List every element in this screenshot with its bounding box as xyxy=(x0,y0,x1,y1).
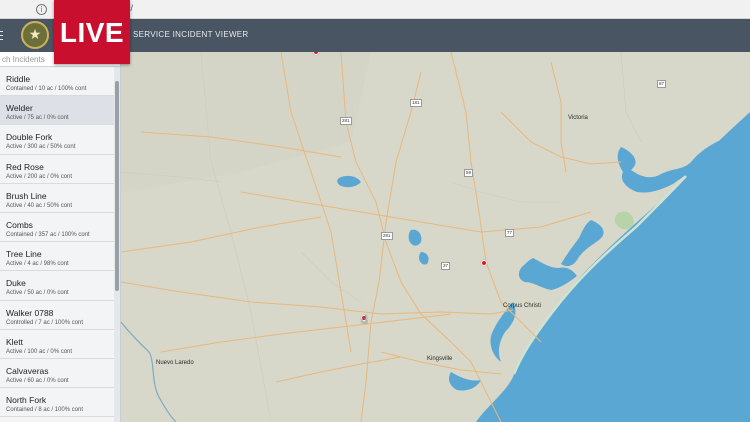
incident-meta: Active / 4 ac / 98% cont xyxy=(6,261,69,268)
incident-map[interactable]: Victoria Corpus Christi Kingsville Nuevo… xyxy=(121,52,750,422)
highway-shield: 59 xyxy=(464,169,474,177)
incident-name: Tree Line xyxy=(6,249,42,260)
incident-item[interactable]: North Fork Contained / 8 ac / 100% cont xyxy=(0,388,114,418)
highway-shield: 281 xyxy=(340,117,352,125)
incident-meta: Active / 60 ac / 0% cont xyxy=(6,377,69,384)
incident-meta: Contained / 357 ac / 100% cont xyxy=(6,231,90,238)
incident-item[interactable]: Calvaveras Active / 60 ac / 0% cont xyxy=(0,358,114,389)
live-label: LIVE xyxy=(59,17,125,48)
map-label-nuevo-laredo: Nuevo Laredo xyxy=(156,360,194,366)
incident-name: Klett xyxy=(6,336,24,347)
incident-item[interactable]: Red Rose Active / 200 ac / 0% cont xyxy=(0,154,114,184)
incident-name: North Fork xyxy=(6,395,47,406)
fire-marker[interactable] xyxy=(481,260,487,266)
incident-name: Riddle xyxy=(6,74,31,84)
incident-meta: Active / 200 ac / 0% cont xyxy=(6,173,73,180)
map-label-kingsville: Kingsville xyxy=(427,356,453,362)
incident-meta: Active / 50 ac / 0% cont xyxy=(6,290,69,297)
incident-name: Calvaveras xyxy=(6,365,49,376)
incident-item[interactable]: Combs Contained / 357 ac / 100% cont xyxy=(0,212,114,243)
map-label-corpus-christi: Corpus Christi xyxy=(503,303,542,309)
incident-name: Brush Line xyxy=(6,190,47,201)
map-canvas xyxy=(121,52,750,422)
incident-meta: Active / 75 ac / 0% cont xyxy=(6,115,69,122)
incident-meta: Controlled / 7 ac / 100% cont xyxy=(6,319,84,326)
incident-item[interactable]: Brush Line Active / 40 ac / 50% cont xyxy=(0,183,114,213)
incident-sidebar: Riddle Contained / 10 ac / 100% cont Weld… xyxy=(0,52,121,422)
highway-shield: 77 xyxy=(505,229,515,237)
incident-name: Welder xyxy=(6,103,33,114)
site-info-icon[interactable]: i xyxy=(36,4,47,15)
incident-meta: Active / 100 ac / 0% cont xyxy=(6,348,73,355)
highway-shield: 37 xyxy=(441,262,451,270)
app-title: SERVICE INCIDENT VIEWER xyxy=(133,30,249,39)
incident-meta: Contained / 8 ac / 100% cont xyxy=(6,407,84,414)
incident-name: Red Rose xyxy=(6,161,44,172)
scrollbar-thumb[interactable] xyxy=(115,81,119,291)
incident-item[interactable]: Duke Active / 50 ac / 0% cont xyxy=(0,271,114,301)
incident-name: Walker 0788 xyxy=(6,307,54,318)
incident-meta: Active / 40 ac / 50% cont xyxy=(6,202,73,209)
incident-item[interactable]: Riddle Contained / 10 ac / 100% cont xyxy=(0,67,114,97)
incident-list: Riddle Contained / 10 ac / 100% cont Weld… xyxy=(0,67,114,418)
incident-item[interactable]: Walker 0788 Controlled / 7 ac / 100% cont xyxy=(0,300,114,330)
incident-meta: Active / 300 ac / 50% cont xyxy=(6,144,76,151)
incident-item[interactable]: Klett Active / 100 ac / 0% cont xyxy=(0,329,114,359)
live-badge: LIVE xyxy=(54,0,130,64)
hand-cursor-icon: ☝ xyxy=(361,313,368,326)
incident-item[interactable]: Welder Active / 75 ac / 0% cont xyxy=(0,96,114,126)
incident-meta: Contained / 10 ac / 100% cont xyxy=(6,86,87,92)
sidebar-scrollbar[interactable] xyxy=(114,67,120,422)
incident-name: Combs xyxy=(6,219,33,230)
highway-shield: 281 xyxy=(381,232,393,240)
incident-item[interactable]: Double Fork Active / 300 ac / 50% cont xyxy=(0,125,114,155)
highway-shield: 87 xyxy=(657,80,667,88)
highway-shield: 181 xyxy=(410,99,422,107)
incident-name: Duke xyxy=(6,278,26,289)
incident-name: Double Fork xyxy=(6,132,53,143)
agency-seal-icon: ★ xyxy=(21,21,49,49)
map-label-victoria: Victoria xyxy=(568,115,588,121)
hamburger-icon[interactable] xyxy=(0,31,3,40)
incident-item[interactable]: Tree Line Active / 4 ac / 98% cont xyxy=(0,242,114,272)
